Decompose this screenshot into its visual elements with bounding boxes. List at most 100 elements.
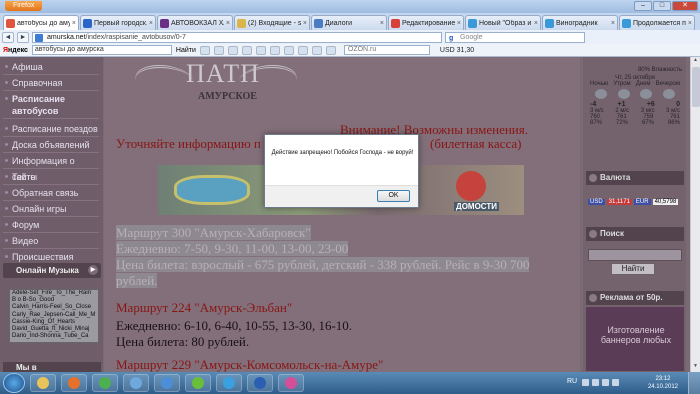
chrome-taskbar-button[interactable] <box>92 374 118 392</box>
yandex-find-button[interactable]: Найти <box>176 47 196 54</box>
start-button[interactable] <box>3 373 25 393</box>
tab-close-icon[interactable]: × <box>72 20 76 27</box>
back-button[interactable]: ◄ <box>2 31 14 43</box>
tab-close-icon[interactable]: × <box>303 20 307 27</box>
playlist-item[interactable]: Calvin_Harris-Feel_So_Close <box>10 304 98 311</box>
play-icon[interactable]: ▶ <box>88 265 98 275</box>
toolbar-icon[interactable] <box>227 45 238 55</box>
tab-close-icon[interactable]: × <box>149 20 153 27</box>
tab-6[interactable]: Новый "Образ и ...× <box>465 15 541 30</box>
tray-icon[interactable] <box>602 379 609 386</box>
toolbar-icon[interactable] <box>199 45 210 55</box>
tab-close-icon[interactable]: × <box>226 20 230 27</box>
tab-1[interactable]: Первый городск... × <box>80 15 156 30</box>
clock[interactable]: 23:12 24.10.2012 <box>648 375 678 391</box>
close-window-button[interactable]: ✕ <box>672 1 698 11</box>
sidebar-item-1[interactable]: Справочная <box>3 75 99 91</box>
ad-box[interactable]: Изготовление баннеров любых <box>586 307 684 371</box>
sidebar-item-0[interactable]: Афиша <box>3 59 99 75</box>
tab-favicon-icon <box>391 18 400 28</box>
language-indicator[interactable]: RU <box>567 378 577 385</box>
weather-temp: 0 <box>676 101 680 108</box>
ozon-search-input[interactable]: OZON.ru <box>343 45 430 55</box>
forward-button[interactable]: ► <box>17 31 29 43</box>
picasa-icon <box>285 377 297 389</box>
tab-4[interactable]: Диалоги × <box>311 15 387 30</box>
yandex-search-input[interactable]: автобусы до амурска <box>31 45 172 55</box>
tab-title: автобусы до аму... <box>17 19 70 27</box>
tab-favicon-icon <box>6 18 15 28</box>
firefox-menu-button[interactable]: Firefox <box>5 1 43 11</box>
info-text-left: Уточняйте информацию п <box>116 136 261 151</box>
sidebar-item-6[interactable]: Тесты <box>3 169 99 185</box>
sidebar-item-4[interactable]: Доска объявлений <box>3 137 99 153</box>
playlist-item[interactable]: Dario_Ind-Shonna_Tube_Ca <box>10 333 98 340</box>
toolbar-icon[interactable] <box>311 45 322 55</box>
playlist-item[interactable]: Carly_Rae_Jepsen-Call_Me_M <box>10 312 98 319</box>
tab-favicon-icon <box>83 18 92 28</box>
currency-rates: USD 31,1171 EUR 40,5798 <box>588 199 679 205</box>
tab-close-icon[interactable]: × <box>380 20 384 27</box>
volume-icon[interactable] <box>612 379 619 386</box>
sidebar-item-8[interactable]: Онлайн игры <box>3 201 99 217</box>
vertical-scrollbar[interactable]: ▲ ▼ <box>690 57 700 372</box>
playlist-item[interactable]: David_Guetta_ft_Nicki_Minaj <box>10 326 98 333</box>
clock-time: 23:12 <box>655 376 671 382</box>
screen-taskbar-button[interactable] <box>123 374 149 392</box>
playlist-item[interactable]: Adele-Set_Fire_To_The_Rain <box>10 290 98 297</box>
playlist-item[interactable]: B o B-So_Good <box>10 297 98 304</box>
toolbar-icon[interactable] <box>269 45 280 55</box>
ie-taskbar-button[interactable] <box>154 374 180 392</box>
tab-close-icon[interactable]: × <box>611 20 615 27</box>
tab-3[interactable]: (2) Входящие - s...× <box>234 15 310 30</box>
sidebar-item-7[interactable]: Обратная связь <box>3 185 99 201</box>
firefox-icon <box>68 377 80 389</box>
maximize-button[interactable]: □ <box>653 1 671 11</box>
tab-0[interactable]: автобусы до аму...× <box>3 15 79 30</box>
tab-8[interactable]: Продолжается п...× <box>619 15 695 30</box>
toolbar-icon[interactable] <box>297 45 308 55</box>
picasa-taskbar-button[interactable] <box>278 374 304 392</box>
site-search-button[interactable]: Найти <box>611 263 655 275</box>
tray-icon[interactable] <box>582 379 589 386</box>
scroll-up-icon[interactable]: ▲ <box>691 57 700 66</box>
tray-icon[interactable] <box>592 379 599 386</box>
scroll-down-icon[interactable]: ▼ <box>691 363 700 372</box>
playlist-item[interactable]: Cassie-King_Of_Hearts <box>10 319 98 326</box>
site-search-input[interactable] <box>588 249 682 261</box>
utorrent-icon <box>192 377 204 389</box>
minimize-button[interactable]: – <box>634 1 652 11</box>
scroll-thumb[interactable] <box>692 67 700 107</box>
sidebar-item-5[interactable]: Информация о сайте <box>3 153 99 182</box>
tab-close-icon[interactable]: × <box>534 20 538 27</box>
music-playlist[interactable]: Adele-Set_Fire_To_The_Rain B o B-So_Good C… <box>9 289 99 343</box>
toolbar-icon[interactable] <box>241 45 252 55</box>
show-desktop-button[interactable] <box>688 372 700 394</box>
tab-close-icon[interactable]: × <box>688 20 692 27</box>
taskbar: RU 23:12 24.10.2012 <box>0 372 700 394</box>
sidebar-item-3[interactable]: Расписание поездов <box>3 121 99 137</box>
toolbar-icon[interactable] <box>255 45 266 55</box>
cloud-icon <box>640 89 653 99</box>
tab-2[interactable]: АВТОВОКЗАЛ ХАБ...× <box>157 15 233 30</box>
word-taskbar-button[interactable] <box>247 374 273 392</box>
sidebar-item-2[interactable]: Расписание автобусов <box>3 91 99 119</box>
sidebar-item-10[interactable]: Видео <box>3 233 99 249</box>
tab-5[interactable]: Редактирование ...× <box>388 15 464 30</box>
ok-button[interactable]: OK <box>377 190 410 202</box>
site-logo[interactable]: ПАТП АМУРСКОЕ <box>130 57 302 113</box>
toolbar-icon[interactable] <box>325 45 336 55</box>
tab-7[interactable]: Виноградник × <box>542 15 618 30</box>
tab-close-icon[interactable]: × <box>457 20 461 27</box>
firefox-taskbar-button[interactable] <box>61 374 87 392</box>
social-widget-title: Мы в <box>3 362 101 372</box>
toolbar-icon[interactable] <box>283 45 294 55</box>
utorrent-taskbar-button[interactable] <box>185 374 211 392</box>
sidebar-item-9[interactable]: Форум <box>3 217 99 233</box>
toolbar-icon[interactable] <box>213 45 224 55</box>
explorer-taskbar-button[interactable] <box>30 374 56 392</box>
skype-taskbar-button[interactable] <box>216 374 242 392</box>
yandex-logo[interactable]: Яндекс <box>3 47 28 54</box>
url-bar[interactable]: amurska.net/index/raspisanie_avtobusov/0… <box>32 31 442 43</box>
search-engine-box[interactable]: g Google <box>445 31 585 43</box>
